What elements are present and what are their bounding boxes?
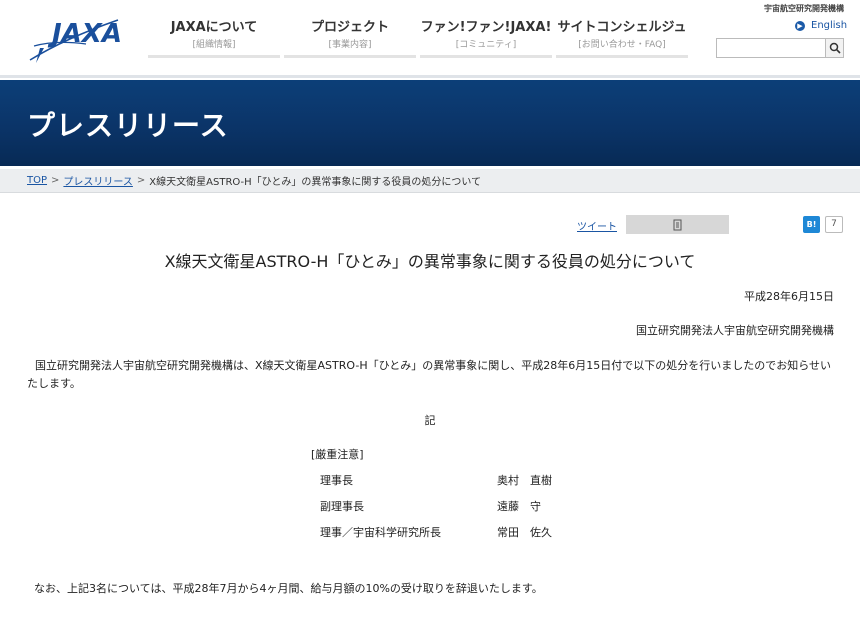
- nav-sublabel: [コミュニティ]: [455, 40, 517, 50]
- article-body: 国立研究開発法人宇宙航空研究開発機構は、X線天文衛星ASTRO-H「ひとみ」の異…: [27, 359, 832, 390]
- officer-role: 理事長: [320, 474, 353, 487]
- breadcrumb-separator: >: [51, 175, 60, 186]
- page-banner: プレスリリース: [0, 80, 860, 166]
- nav-item-about[interactable]: JAXAについて [組織情報]: [148, 14, 280, 58]
- nav-label: サイトコンシェルジュ: [557, 20, 687, 35]
- article-date: 平成28年6月15日: [744, 290, 834, 303]
- hatena-bookmark-button[interactable]: B!: [803, 216, 820, 233]
- breadcrumb-press-link[interactable]: プレスリリース: [63, 173, 133, 188]
- nav-item-concierge[interactable]: サイトコンシェルジュ [お問い合わせ・FAQ]: [556, 14, 688, 58]
- article-note: なお、上記3名については、平成28年7月から4ヶ月間、給与月額の10%の受け取り…: [34, 582, 543, 595]
- article-title: X線天文衛星ASTRO-H「ひとみ」の異常事象に関する役員の処分について: [164, 252, 696, 271]
- officer-name: 常田 佐久: [497, 526, 552, 539]
- jaxa-logo[interactable]: JAXA: [26, 8, 126, 68]
- ki-heading: 記: [424, 414, 436, 427]
- facebook-like-button[interactable]: [626, 215, 729, 234]
- officer-role: 理事／宇宙科学研究所長: [320, 526, 441, 539]
- breadcrumb: TOP > プレスリリース > X線天文衛星ASTRO-H「ひとみ」の異常事象に…: [0, 169, 860, 193]
- site-header: JAXA 宇宙航空研究開発機構 JAXAについて [組織情報] プロジェクト […: [0, 0, 860, 78]
- nav-label: JAXAについて: [170, 20, 258, 35]
- agency-name: 宇宙航空研究開発機構: [764, 4, 844, 13]
- english-link[interactable]: ▶ English: [795, 20, 847, 31]
- nav-sublabel: [組織情報]: [192, 40, 236, 50]
- search-button[interactable]: [825, 38, 844, 58]
- officer-name: 奥村 直樹: [497, 474, 552, 487]
- section-heading: [厳重注意]: [311, 448, 364, 461]
- nav-item-projects[interactable]: プロジェクト [事業内容]: [284, 14, 416, 58]
- article-org: 国立研究開発法人宇宙航空研究開発機構: [636, 324, 834, 337]
- nav-sublabel: [お問い合わせ・FAQ]: [578, 40, 666, 50]
- svg-text:JAXA: JAXA: [47, 19, 122, 49]
- nav-sublabel: [事業内容]: [328, 40, 372, 50]
- header-divider: [0, 75, 860, 78]
- document-icon: [673, 219, 681, 230]
- nav-item-fan[interactable]: ファン!ファン!JAXA! [コミュニティ]: [420, 14, 552, 58]
- nav-label: プロジェクト: [310, 20, 389, 35]
- global-nav: JAXAについて [組織情報] プロジェクト [事業内容] ファン!ファン!JA…: [148, 14, 692, 58]
- arrow-right-icon: ▶: [795, 20, 805, 31]
- search-icon: [829, 42, 841, 54]
- page-title: プレスリリース: [27, 109, 229, 142]
- breadcrumb-current: X線天文衛星ASTRO-H「ひとみ」の異常事象に関する役員の処分について: [149, 177, 482, 188]
- officer-role: 副理事長: [320, 500, 364, 513]
- hatena-bookmark-count[interactable]: 7: [825, 216, 843, 233]
- breadcrumb-separator: >: [136, 175, 146, 186]
- english-label: English: [811, 20, 848, 31]
- breadcrumb-top-link[interactable]: TOP: [27, 175, 47, 186]
- tweet-button[interactable]: ツイート: [577, 218, 617, 233]
- search-input[interactable]: [716, 38, 826, 58]
- nav-label: ファン!ファン!JAXA!: [420, 20, 552, 35]
- officer-name: 遠藤 守: [497, 500, 541, 513]
